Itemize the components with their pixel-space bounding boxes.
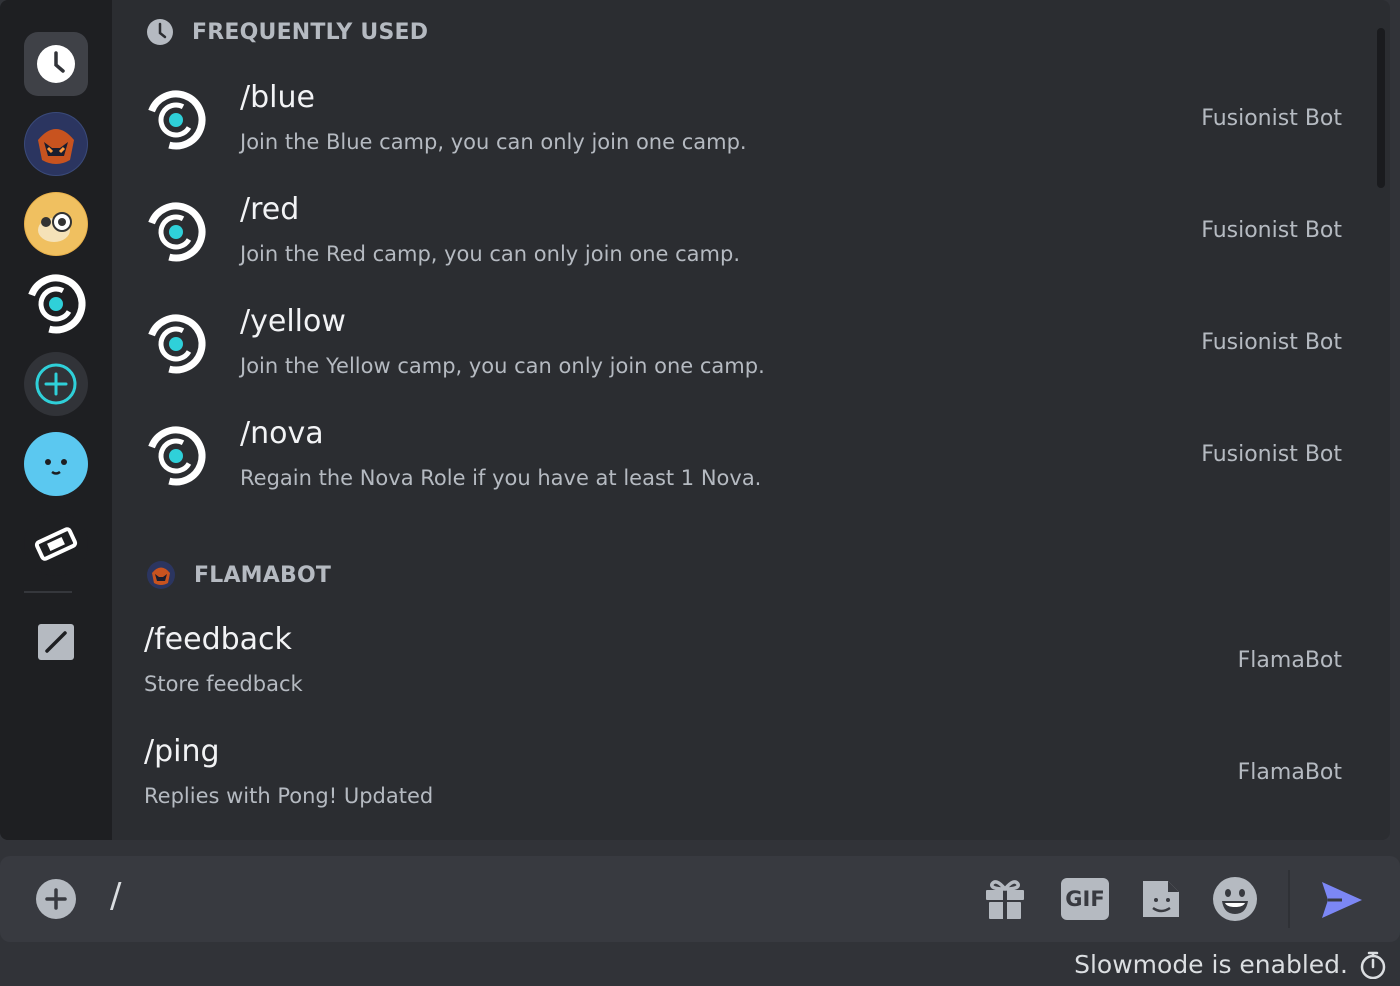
command-source: FlamaBot xyxy=(1237,648,1342,673)
section-header-frequent: FREQUENTLY USED xyxy=(146,18,428,46)
smiley-avatar[interactable] xyxy=(24,432,88,496)
command-description: Replies with Pong! Updated xyxy=(144,784,434,808)
command-row[interactable]: /ping Replies with Pong! Updated FlamaBot xyxy=(112,722,1352,834)
gif-label: GIF xyxy=(1065,887,1105,911)
message-composer: / GIF xyxy=(0,856,1400,942)
fusionist-bot-icon xyxy=(144,88,208,152)
fusionist-bot-icon xyxy=(144,200,208,264)
command-row[interactable]: /blue Join the Blue camp, you can only jo… xyxy=(112,68,1352,180)
gif-icon: GIF xyxy=(1061,878,1109,920)
flamabot-avatar-icon xyxy=(147,561,175,589)
sticker-button[interactable] xyxy=(1140,878,1182,920)
rail-divider xyxy=(24,591,72,593)
command-name: /ping xyxy=(144,734,220,769)
gif-button[interactable]: GIF xyxy=(1061,878,1109,920)
sticker-icon xyxy=(1143,881,1179,917)
command-description: Join the Red camp, you can only join one… xyxy=(240,242,741,266)
command-source: FlamaBot xyxy=(1237,760,1342,785)
command-row[interactable]: /yellow Join the Yellow camp, you can onl… xyxy=(112,292,1352,404)
command-source: Fusionist Bot xyxy=(1201,218,1342,243)
fusionist-bot-icon xyxy=(144,424,208,488)
send-icon xyxy=(1322,882,1362,918)
monkey-face-icon xyxy=(25,193,87,255)
add-icon xyxy=(36,879,76,919)
command-row[interactable]: /red Join the Red camp, you can only join… xyxy=(112,180,1352,292)
monkey-avatar[interactable] xyxy=(24,192,88,256)
command-name: /nova xyxy=(240,416,324,451)
flamabot-avatar[interactable] xyxy=(24,112,88,176)
ticket-icon xyxy=(34,527,78,561)
fusionist-logo-icon xyxy=(26,274,86,334)
fusionist-avatar[interactable] xyxy=(24,272,88,336)
command-description: Join the Yellow camp, you can only join … xyxy=(240,354,765,378)
command-picker: FREQUENTLY USED /blue Join the Blue camp,… xyxy=(0,0,1390,840)
clock-icon xyxy=(147,19,173,45)
command-description: Join the Blue camp, you can only join on… xyxy=(240,130,747,154)
timer-icon xyxy=(1360,951,1386,979)
command-source: Fusionist Bot xyxy=(1201,442,1342,467)
fusionist-bot-icon xyxy=(144,312,208,376)
clock-icon xyxy=(37,45,75,83)
edit-button[interactable] xyxy=(24,610,88,674)
slowmode-notice: Slowmode is enabled. xyxy=(1074,950,1386,979)
command-description: Regain the Nova Role if you have at leas… xyxy=(240,466,762,490)
command-name: /blue xyxy=(240,80,315,115)
scrollbar-thumb[interactable] xyxy=(1377,28,1385,188)
add-app-icon xyxy=(35,363,77,405)
app-rail xyxy=(0,0,112,840)
command-list: FREQUENTLY USED /blue Join the Blue camp,… xyxy=(112,0,1390,840)
command-name: /yellow xyxy=(240,304,346,339)
ticket-avatar[interactable] xyxy=(24,512,88,576)
command-source: Fusionist Bot xyxy=(1201,330,1342,355)
section-header-flamabot: FLAMABOT xyxy=(146,560,331,590)
attach-button[interactable] xyxy=(36,879,76,919)
command-name: /red xyxy=(240,192,300,227)
emoji-icon xyxy=(1213,877,1257,921)
command-name: /feedback xyxy=(144,622,292,657)
send-button[interactable] xyxy=(1320,880,1364,920)
command-description: Store feedback xyxy=(144,672,303,696)
smiley-face-icon xyxy=(45,459,67,475)
section-title: FREQUENTLY USED xyxy=(192,19,429,45)
emoji-button[interactable] xyxy=(1212,876,1258,922)
frequently-used-button[interactable] xyxy=(24,32,88,96)
gift-button[interactable] xyxy=(984,876,1026,920)
command-row[interactable]: /feedback Store feedback FlamaBot xyxy=(112,610,1352,722)
composer-divider xyxy=(1288,870,1290,928)
robot-face-icon xyxy=(25,113,87,175)
gift-icon xyxy=(986,880,1024,919)
slowmode-text: Slowmode is enabled. xyxy=(1074,950,1348,979)
command-row[interactable]: /nova Regain the Nova Role if you have at… xyxy=(112,404,1352,516)
add-app-button[interactable] xyxy=(24,352,88,416)
section-title: FLAMABOT xyxy=(194,562,332,588)
message-input[interactable]: / xyxy=(110,876,121,916)
edit-icon xyxy=(38,624,74,660)
command-source: Fusionist Bot xyxy=(1201,106,1342,131)
